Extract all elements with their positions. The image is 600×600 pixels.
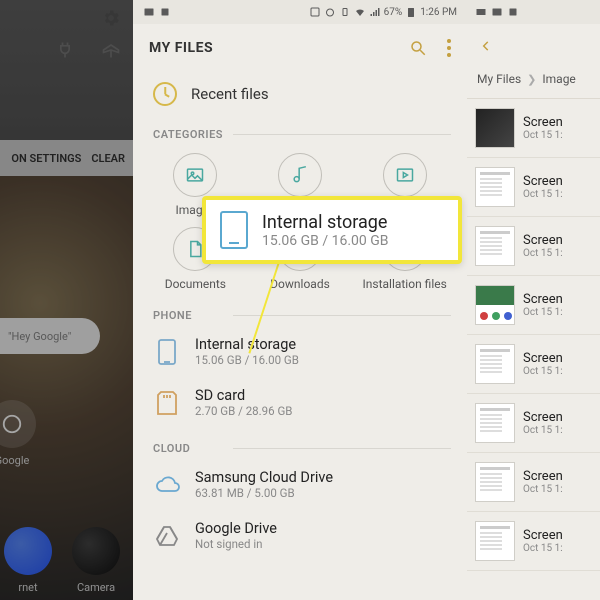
cloud-section-label: CLOUD [133, 436, 467, 455]
power-icon[interactable] [55, 40, 75, 60]
search-icon[interactable] [409, 39, 427, 57]
list-item[interactable]: ScreenOct 15 1: [467, 335, 600, 394]
signal-icon [369, 6, 381, 18]
app-title: MY FILES [149, 40, 213, 56]
phone-icon [153, 338, 181, 366]
clear-button[interactable]: CLEAR [91, 152, 125, 165]
list-item[interactable]: ScreenOct 15 1: [467, 394, 600, 453]
status-bar-right [467, 0, 600, 24]
thumbnail [475, 403, 515, 443]
sd-card-row[interactable]: SD card2.70 GB / 28.96 GB [133, 377, 467, 428]
nfc-icon [309, 6, 321, 18]
breadcrumb[interactable]: My Files ❯ Image [467, 68, 600, 99]
google-search-bar[interactable]: "Hey Google" [0, 318, 100, 354]
internal-storage-callout: Internal storage 15.06 GB / 16.00 GB [202, 196, 462, 264]
list-item[interactable]: ScreenOct 15 1: [467, 99, 600, 158]
screenshot-status-icon [159, 6, 171, 18]
battery-percent: 67% [384, 7, 403, 18]
internet-app-icon[interactable]: rnet [4, 527, 52, 594]
homescreen-panel: ON SETTINGS CLEAR "Hey Google" Google rn… [0, 0, 133, 600]
mail-status-icon [475, 6, 487, 18]
vibrate-icon [339, 6, 351, 18]
thumbnail [475, 344, 515, 384]
video-icon [383, 153, 427, 197]
alarm-icon [324, 6, 336, 18]
status-time: 1:26 PM [420, 7, 457, 18]
chevron-right-icon: ❯ [527, 73, 536, 86]
wallpaper [0, 176, 133, 600]
phone-icon [220, 211, 248, 249]
image-icon [173, 153, 217, 197]
google-drive-row[interactable]: Google DriveNot signed in [133, 510, 467, 561]
thumbnail [475, 167, 515, 207]
back-icon[interactable] [479, 39, 493, 53]
thumbnail [475, 108, 515, 148]
list-item[interactable]: ScreenOct 15 1: [467, 158, 600, 217]
phone-section-label: PHONE [133, 303, 467, 322]
more-menu-icon[interactable] [447, 39, 451, 57]
categories-section-label: CATEGORIES [133, 122, 467, 141]
airplane-icon[interactable] [101, 40, 121, 60]
thumbnail [475, 226, 515, 266]
thumbnail [475, 285, 515, 325]
list-item[interactable]: ScreenOct 15 1: [467, 276, 600, 335]
list-item[interactable]: ScreenOct 15 1: [467, 453, 600, 512]
thumbnail [475, 462, 515, 502]
gear-icon[interactable] [101, 8, 121, 28]
samsung-cloud-row[interactable]: Samsung Cloud Drive63.81 MB / 5.00 GB [133, 459, 467, 510]
screenshot-status-icon [507, 6, 519, 18]
settings-button[interactable]: ON SETTINGS [11, 152, 81, 165]
sd-card-icon [153, 389, 181, 417]
recent-files-row[interactable]: Recent files [133, 72, 467, 122]
status-bar: 67% 1:26 PM [133, 0, 467, 24]
list-item[interactable]: ScreenOct 15 1: [467, 512, 600, 571]
gallery-status-icon [143, 6, 155, 18]
google-app-icon[interactable]: Google [0, 400, 42, 467]
list-item[interactable]: ScreenOct 15 1: [467, 217, 600, 276]
gdrive-icon [153, 522, 181, 550]
images-folder-panel: My Files ❯ Image ScreenOct 15 1: ScreenO… [467, 0, 600, 600]
battery-icon [405, 6, 417, 18]
clock-icon [153, 82, 177, 106]
audio-icon [278, 153, 322, 197]
thumbnail [475, 521, 515, 561]
wifi-icon [354, 6, 366, 18]
internal-storage-row[interactable]: Internal storage15.06 GB / 16.00 GB [133, 326, 467, 377]
camera-app-icon[interactable]: Camera [72, 527, 120, 594]
my-files-app: 67% 1:26 PM MY FILES Recent files CATEGO… [133, 0, 467, 600]
gallery-status-icon [491, 6, 503, 18]
cloud-icon [153, 471, 181, 499]
